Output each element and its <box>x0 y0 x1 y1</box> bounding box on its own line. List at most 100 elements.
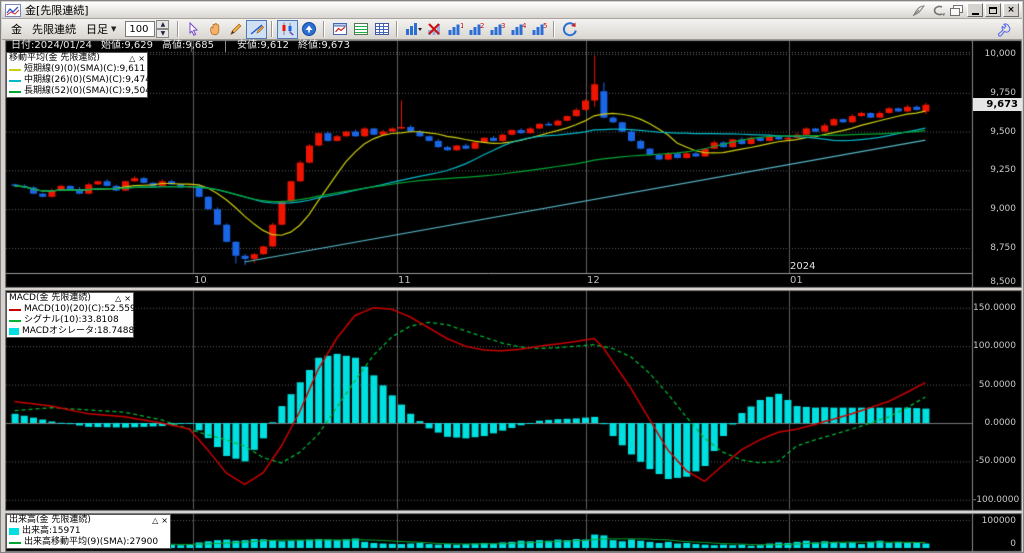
legend-close-button[interactable]: × <box>124 294 131 303</box>
volume-panel[interactable]: 出来高(金 先限連続) △× 出来高:15971 出来高移動平均(9)(SMA)… <box>5 513 1022 552</box>
bar-count-input[interactable] <box>125 21 155 37</box>
price-axis-label: 9,500 <box>973 127 1019 137</box>
window-title: 金[先限連続] <box>25 2 89 18</box>
chart-preset-4-button[interactable]: 4 <box>507 20 528 39</box>
macd-axis-label: 100.0000 <box>973 341 1019 351</box>
volume-legend: 出来高(金 先限連続) △× 出来高:15971 出来高移動平均(9)(SMA)… <box>6 514 171 549</box>
close-button[interactable]: × <box>1003 3 1019 17</box>
macd-canvas[interactable] <box>5 290 1022 511</box>
svg-text:5: 5 <box>543 22 547 30</box>
maximize-button[interactable] <box>985 3 1001 17</box>
duplicate-window-icon[interactable] <box>949 4 965 17</box>
volume-ma-swatch-icon <box>9 542 21 544</box>
titlebar: 金[先限連続] × <box>2 2 1022 19</box>
board-table-button[interactable] <box>371 20 392 39</box>
toolbar-separator <box>396 21 398 37</box>
dropdown-arrow-icon: ▼ <box>111 25 116 33</box>
macd-line-label: MACD(10)(20)(C):52.5596 <box>24 304 141 315</box>
refresh-button[interactable] <box>559 20 580 39</box>
svg-text:3: 3 <box>501 22 505 30</box>
spinner-up-button[interactable]: ▲ <box>156 20 169 29</box>
indicator-dropdown-button[interactable] <box>402 20 423 39</box>
quote-table-button[interactable] <box>350 20 371 39</box>
svg-text:2: 2 <box>480 22 484 30</box>
pencil-tool-button[interactable] <box>225 20 246 39</box>
signal-line-label: シグナル(10):33.8108 <box>24 315 119 326</box>
chart-preset-2-button[interactable]: 2 <box>465 20 486 39</box>
volume-label: 出来高:15971 <box>22 526 81 537</box>
candle-select-tool-button[interactable] <box>277 20 298 39</box>
scroll-latest-button[interactable] <box>298 20 319 39</box>
preset-1-icon: 1 <box>447 21 463 37</box>
price-axis-label: 8,750 <box>973 243 1019 253</box>
main-chart-canvas[interactable] <box>5 40 1022 288</box>
legend-collapse-button[interactable]: △ <box>152 516 158 525</box>
legend-row: 出来高移動平均(9)(SMA):27900 <box>7 537 170 548</box>
sma-short-swatch-icon <box>9 69 21 71</box>
hand-tool-button[interactable] <box>204 20 225 39</box>
volume-axis-label: 0 <box>973 539 1019 549</box>
info-date: 日付:2024/01/24 <box>11 40 92 52</box>
macd-legend-title: MACD(金 先限連続) <box>9 293 91 304</box>
toolbar-separator <box>553 21 555 37</box>
legend-collapse-button[interactable]: △ <box>115 294 121 303</box>
cursor-tool-button[interactable] <box>183 20 204 39</box>
sma-short-label: 短期線(9)(0)(SMA)(C):9,611 <box>24 64 145 75</box>
info-divider <box>225 40 226 52</box>
legend-row: シグナル(10):33.8108 <box>7 315 133 326</box>
period-dropdown[interactable]: 日足 ▼ <box>86 21 116 37</box>
chart-layout-button[interactable] <box>329 20 350 39</box>
svg-text:1: 1 <box>460 22 463 30</box>
svg-text:4: 4 <box>522 22 526 30</box>
preset-2-icon: 2 <box>468 21 484 37</box>
macd-axis-label: 150.0000 <box>973 303 1019 313</box>
legend-close-button[interactable]: × <box>161 516 168 525</box>
chart-window-icon <box>332 21 348 37</box>
info-high: 高値:9,685 <box>162 40 214 52</box>
spinner-arrows: ▲ ▼ <box>156 20 169 38</box>
macd-axis-label: 0.0000 <box>973 418 1019 428</box>
series-label[interactable]: 先限連続 <box>32 21 76 37</box>
volume-axis-label: 100000 <box>973 516 1019 526</box>
refresh-icon <box>562 21 578 37</box>
chart-preset-5-button[interactable]: 5 <box>528 20 549 39</box>
legend-collapse-button[interactable]: △ <box>129 54 135 63</box>
info-low: 安値:9,612 <box>237 40 289 52</box>
pencil-icon <box>228 21 244 37</box>
legend-close-button[interactable]: × <box>138 54 145 63</box>
month-axis-label: 11 <box>398 275 411 286</box>
bar-count-spinner: ▲ ▼ <box>125 20 169 38</box>
candle-cursor-icon <box>280 21 296 37</box>
main-chart-panel[interactable]: 日付:2024/01/24 始値:9,629 高値:9,685 安値:9,612… <box>5 40 1022 288</box>
toolbar-separator <box>177 21 179 37</box>
info-open: 始値:9,629 <box>101 40 153 52</box>
remove-chart-icon <box>426 21 442 37</box>
month-axis-label: 10 <box>194 275 207 286</box>
price-axis-label: 9,000 <box>973 204 1019 214</box>
minimize-icon <box>972 13 979 15</box>
price-axis-label: 10,000 <box>973 49 1019 59</box>
spinner-down-button[interactable]: ▼ <box>156 29 169 38</box>
legend-row: 中期線(26)(0)(SMA)(C):9,474 <box>7 75 147 86</box>
legend-row: 短期線(9)(0)(SMA)(C):9,611 <box>7 64 147 75</box>
info-close: 終値:9,673 <box>298 40 350 52</box>
chart-preset-3-button[interactable]: 3 <box>486 20 507 39</box>
legend-row: 長期線(52)(0)(SMA)(C):9,504 <box>7 86 147 97</box>
macd-panel[interactable]: MACD(金 先限連続) △× MACD(10)(20)(C):52.5596 … <box>5 290 1022 511</box>
link-chart-icon[interactable] <box>930 4 946 17</box>
preset-4-icon: 4 <box>510 21 526 37</box>
minimize-button[interactable] <box>967 3 983 17</box>
preset-5-icon: 5 <box>531 21 547 37</box>
settings-button[interactable] <box>993 20 1014 39</box>
line-draw-tool-button[interactable] <box>246 20 267 39</box>
wrench-icon <box>996 22 1011 37</box>
preset-3-icon: 3 <box>489 21 505 37</box>
pen-tool-icon[interactable] <box>911 4 927 17</box>
toolbar: 金 先限連続 日足 ▼ ▲ ▼ <box>2 19 1022 40</box>
oscillator-label: MACDオシレータ:18.7488 <box>22 326 134 337</box>
hand-icon <box>207 21 223 37</box>
signal-line-swatch-icon <box>9 320 21 322</box>
chart-preset-1-button[interactable]: 1 <box>444 20 465 39</box>
remove-indicator-button[interactable] <box>423 20 444 39</box>
instrument-label[interactable]: 金 <box>11 21 22 37</box>
